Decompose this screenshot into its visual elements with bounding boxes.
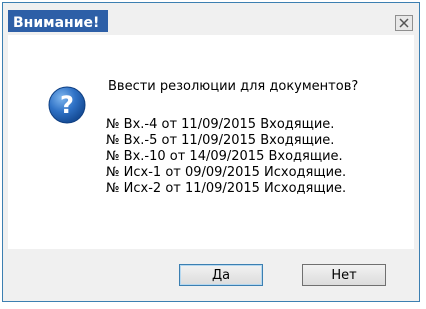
svg-text:?: ? [60,91,74,119]
question-icon: ? [48,86,86,124]
close-button[interactable] [395,15,413,31]
no-button[interactable]: Нет [302,264,386,286]
document-item: № Вх.-4 от 11/09/2015 Входящие. [106,117,335,132]
document-item: № Вх.-10 от 14/09/2015 Входящие. [106,149,343,164]
dialog-title: Внимание! [13,15,100,31]
document-list: № Вх.-4 от 11/09/2015 Входящие. № Вх.-5 … [106,117,346,197]
document-item: № Исх-2 от 11/09/2015 Исходящие. [106,181,347,196]
document-item: № Исх-1 от 09/09/2015 Исходящие. [106,165,347,180]
title-bar[interactable]: Внимание! [3,3,419,35]
dialog-prompt: Ввести резолюции для документов? [108,79,359,94]
document-item: № Вх.-5 от 11/09/2015 Входящие. [106,133,335,148]
dialog-window: Внимание! ? Ввести резолюции для докумен… [2,2,420,302]
button-bar: Да Нет [3,249,419,301]
close-icon [399,18,409,28]
message-area: ? Ввести резолюции для документов? № Вх.… [8,35,414,249]
yes-button[interactable]: Да [179,264,263,286]
